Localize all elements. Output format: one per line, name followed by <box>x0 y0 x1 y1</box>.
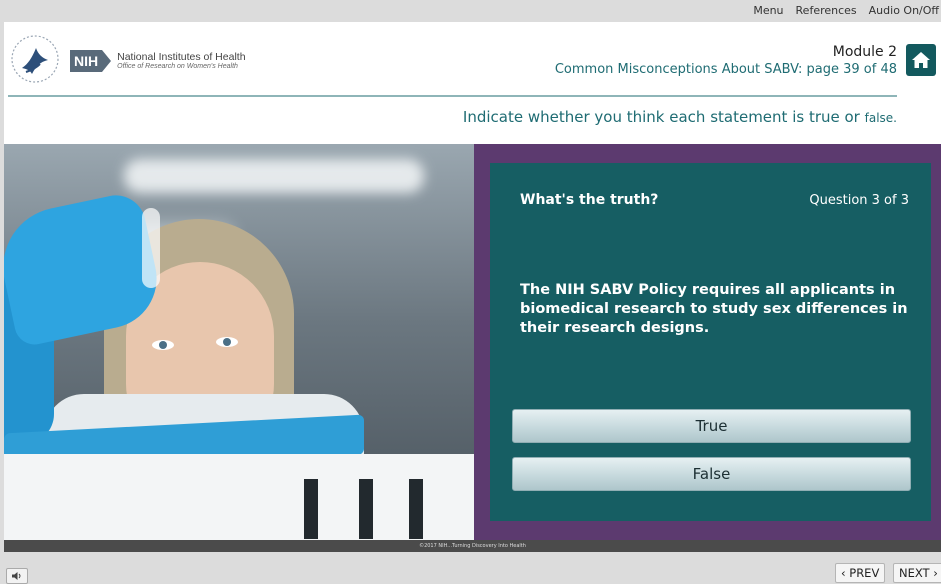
quiz-title: What's the truth? <box>520 192 659 208</box>
prev-button[interactable]: ‹ PREV <box>835 563 886 583</box>
audio-button[interactable] <box>6 568 28 584</box>
photo-test-tube <box>142 208 160 288</box>
home-icon <box>912 52 930 68</box>
speaker-icon <box>12 572 21 580</box>
copyright-strip: ©2017 NIH...Turning Discovery Into Healt… <box>4 540 941 552</box>
audio-toggle-link[interactable]: Audio On/Off <box>869 4 939 17</box>
question-counter: Question 3 of 3 <box>809 193 909 208</box>
answer-true-button[interactable]: True <box>512 409 911 443</box>
menu-link[interactable]: Menu <box>753 4 783 17</box>
question-statement: The NIH SABV Policy requires all applica… <box>520 282 908 336</box>
photo-bench <box>4 454 474 540</box>
bottom-bar <box>0 552 941 584</box>
module-page-indicator: Common Misconceptions About SABV: page 3… <box>554 62 897 77</box>
copyright-text: ©2017 NIH...Turning Discovery Into Healt… <box>419 543 526 549</box>
next-button[interactable]: NEXT › <box>893 563 941 583</box>
quiz-panel: What's the truth? Question 3 of 3 The NI… <box>490 163 931 521</box>
nih-text: National Institutes of Health Office of … <box>117 50 246 70</box>
nih-chevron-icon <box>102 50 112 72</box>
photo-equipment-1 <box>304 479 318 539</box>
photo-equipment-2 <box>359 479 373 539</box>
ceiling-light <box>124 159 424 193</box>
home-button[interactable] <box>906 44 936 76</box>
top-bar: Menu References Audio On/Off <box>0 0 941 22</box>
lab-scientist-photo <box>4 144 474 540</box>
answer-false-button[interactable]: False <box>512 457 911 491</box>
top-menu: Menu References Audio On/Off <box>753 4 939 17</box>
instruction-main: Indicate whether you think each statemen… <box>462 108 860 126</box>
hhs-eagle-logo-icon <box>11 35 59 83</box>
nih-logo: NIH National Institutes of Health Office… <box>70 50 246 72</box>
header-divider <box>8 95 897 97</box>
module-title: Module 2 <box>832 44 897 60</box>
photo-eye-right <box>216 337 238 347</box>
org-office: Office of Research on Women's Health <box>117 62 238 70</box>
instruction-text: Indicate whether you think each statemen… <box>463 108 897 126</box>
nih-logo-mark: NIH <box>70 50 103 72</box>
instruction-false: false. <box>864 111 897 125</box>
references-link[interactable]: References <box>796 4 857 17</box>
module-info: Module 2 Common Misconceptions About SAB… <box>555 44 897 77</box>
photo-eye-left <box>152 340 174 350</box>
course-header: NIH National Institutes of Health Office… <box>4 22 941 144</box>
photo-equipment-3 <box>409 479 423 539</box>
org-name: National Institutes of Health <box>117 50 246 63</box>
